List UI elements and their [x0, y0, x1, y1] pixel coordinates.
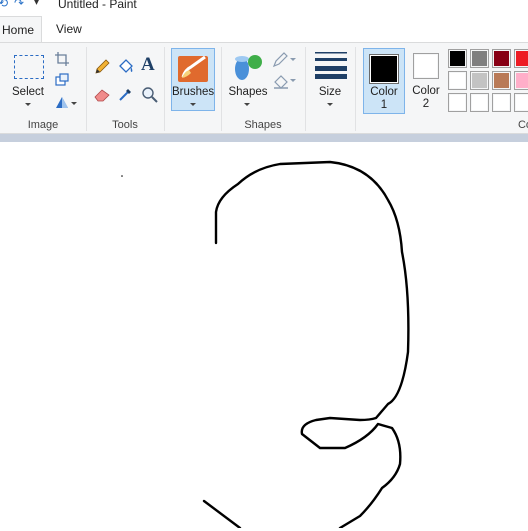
ribbon-tabs: Home View — [0, 16, 528, 42]
color2-swatch — [413, 53, 439, 79]
brushes-label: Brushes — [172, 86, 215, 98]
canvas-border — [0, 134, 528, 142]
color1-label-line2: 1 — [380, 99, 388, 111]
outline-icon[interactable] — [272, 52, 290, 68]
palette-swatch[interactable] — [514, 49, 528, 68]
crop-icon[interactable] — [54, 51, 70, 67]
tab-home[interactable]: Home — [0, 16, 42, 42]
redo-icon[interactable]: ↷ — [14, 0, 24, 10]
brushes-button[interactable]: Brushes — [171, 48, 215, 111]
size-dropdown-icon[interactable] — [327, 103, 333, 106]
fill-icon[interactable] — [117, 57, 135, 75]
group-divider — [164, 47, 165, 131]
save-icon[interactable]: ⟲ — [0, 0, 8, 10]
palette-swatch[interactable] — [514, 93, 528, 112]
canvas-dot — [121, 175, 123, 177]
tools-group-label: Tools — [112, 119, 138, 131]
shapes-button-label[interactable]: Shapes — [226, 86, 270, 98]
shapes-dropdown-icon[interactable] — [244, 103, 250, 106]
window-title: Untitled - Paint — [58, 0, 137, 11]
rotate-icon[interactable] — [54, 94, 70, 110]
color1-label-line1: Color — [370, 86, 398, 98]
image-group-label: Image — [27, 119, 59, 131]
fill-dropdown-icon[interactable] — [290, 79, 296, 82]
color1-button[interactable]: Color 1 — [363, 48, 405, 114]
select-dropdown-icon[interactable] — [25, 103, 31, 106]
size-icon[interactable] — [314, 51, 348, 79]
palette-swatch[interactable] — [492, 71, 511, 90]
palette-swatch[interactable] — [448, 71, 467, 90]
select-button-label[interactable]: Select — [8, 86, 48, 98]
palette-swatch[interactable] — [492, 49, 511, 68]
freehand-stroke — [202, 160, 410, 530]
color1-swatch — [369, 54, 399, 84]
palette-swatch[interactable] — [448, 93, 467, 112]
group-divider — [355, 47, 356, 131]
tab-view[interactable]: View — [56, 16, 82, 42]
text-icon[interactable]: A — [141, 54, 155, 76]
canvas-drawing — [121, 160, 410, 530]
ribbon: Select Image A Tools Brushes Shapes Shap… — [0, 42, 528, 134]
palette-swatch[interactable] — [470, 93, 489, 112]
color2-label-line1: Color — [412, 85, 440, 97]
color-picker-icon[interactable] — [117, 85, 135, 103]
shapes-group-label: Shapes — [244, 119, 282, 131]
brush-icon — [178, 55, 208, 82]
shapes-icon[interactable] — [232, 51, 264, 83]
color2-label-line2: 2 — [422, 98, 430, 110]
colors-group-label: Co — [517, 119, 528, 131]
brushes-dropdown-icon — [190, 103, 196, 106]
eraser-icon[interactable] — [93, 86, 111, 102]
group-divider — [305, 47, 306, 131]
palette-swatch[interactable] — [514, 71, 528, 90]
palette-swatch[interactable] — [470, 49, 489, 68]
magnifier-icon[interactable] — [141, 86, 159, 104]
palette-swatch[interactable] — [492, 93, 511, 112]
select-icon[interactable] — [14, 55, 44, 79]
drawing-canvas[interactable] — [0, 142, 528, 530]
rotate-dropdown-icon[interactable] — [71, 102, 77, 105]
resize-icon[interactable] — [54, 72, 70, 88]
palette-swatch[interactable] — [470, 71, 489, 90]
title-bar: ⟲ ↷ ▾ Untitled - Paint — [0, 0, 528, 14]
palette-swatch[interactable] — [448, 49, 467, 68]
outline-dropdown-icon[interactable] — [290, 58, 296, 61]
fill-shape-icon[interactable] — [272, 73, 290, 89]
color2-button[interactable]: Color 2 — [410, 51, 442, 117]
size-label[interactable]: Size — [310, 86, 350, 98]
pencil-icon[interactable] — [93, 58, 111, 76]
customize-quick-access-icon[interactable]: ▾ — [34, 0, 39, 8]
